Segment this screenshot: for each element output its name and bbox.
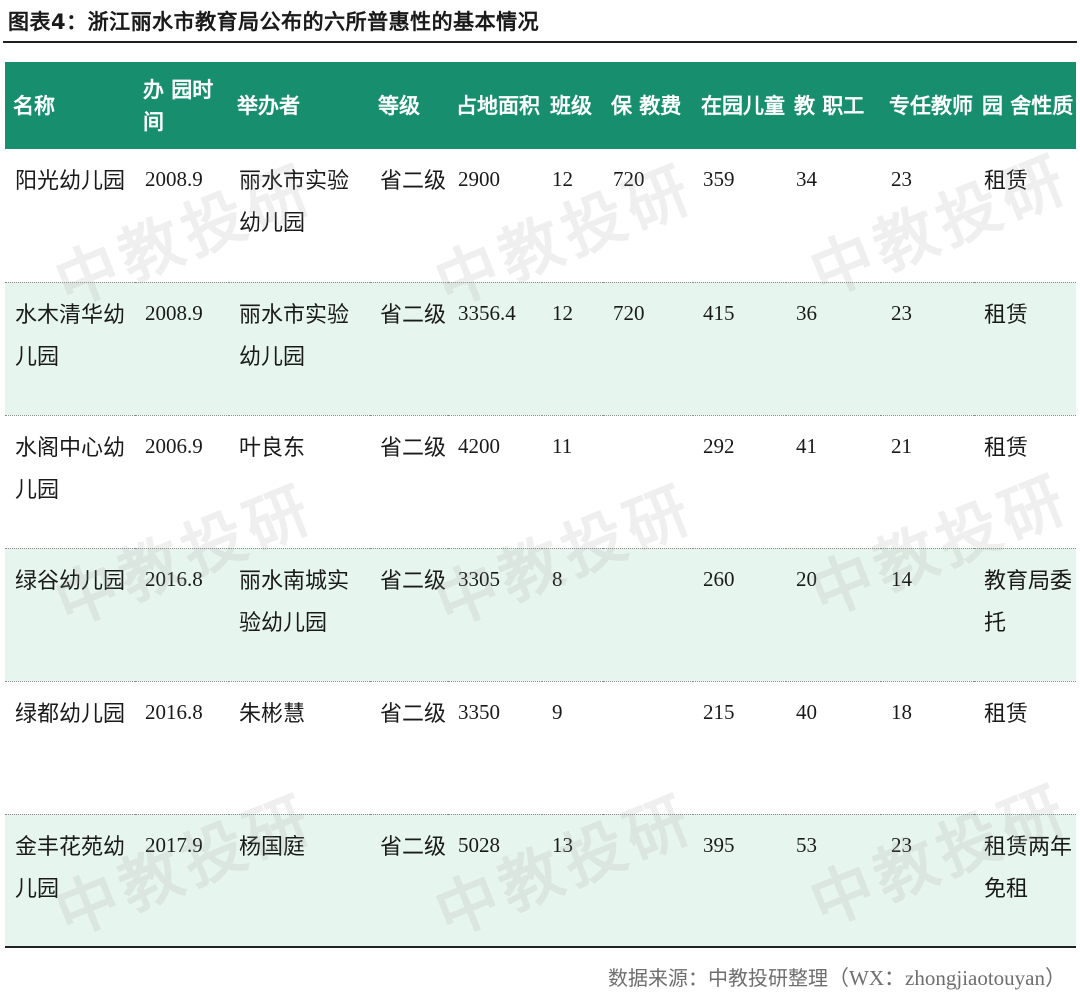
header-teachers: 专任教师	[881, 62, 974, 149]
cell-children: 215	[693, 681, 786, 815]
cell-children: 260	[693, 548, 786, 682]
cell-name: 水阁中心幼儿园	[5, 415, 135, 549]
table-title: 图表4：浙江丽水市教育局公布的六所普惠性的基本情况	[8, 10, 540, 34]
cell-teachers: 21	[881, 415, 974, 549]
cell-teachers: 14	[881, 548, 974, 682]
kindergarten-table: 名称 办 园时间 举办者 等级 占地面积 班级 保 教费 在园儿童 教 职工 专…	[5, 62, 1076, 948]
header-property: 园 舍性质	[974, 62, 1076, 149]
cell-area: 5028	[448, 814, 542, 948]
cell-teachers: 18	[881, 681, 974, 815]
cell-children: 415	[693, 282, 786, 416]
header-row: 名称 办 园时间 举办者 等级 占地面积 班级 保 教费 在园儿童 教 职工 专…	[5, 62, 1076, 149]
cell-staff: 41	[786, 415, 881, 549]
table-row: 金丰花苑幼儿园 2017.9 杨国庭 省二级 5028 13 395 53 23…	[5, 814, 1076, 948]
source-suffix: （WX：zhongjiaotouyan）	[828, 966, 1066, 990]
header-fee: 保 教费	[603, 62, 693, 149]
cell-property: 租赁	[974, 415, 1076, 549]
cell-organizer: 丽水南城实验幼儿园	[229, 548, 370, 682]
cell-level: 省二级	[370, 415, 448, 549]
cell-organizer: 叶良东	[229, 415, 370, 549]
cell-name: 金丰花苑幼儿园	[5, 814, 135, 948]
cell-fee: 720	[603, 282, 693, 416]
cell-organizer: 杨国庭	[229, 814, 370, 948]
cell-time: 2016.8	[135, 681, 229, 815]
cell-staff: 20	[786, 548, 881, 682]
cell-classes: 11	[542, 415, 603, 549]
cell-name: 绿谷幼儿园	[5, 548, 135, 682]
cell-time: 2017.9	[135, 814, 229, 948]
cell-area: 3356.4	[448, 282, 542, 416]
cell-name: 水木清华幼儿园	[5, 282, 135, 416]
cell-fee	[603, 814, 693, 948]
cell-children: 292	[693, 415, 786, 549]
cell-level: 省二级	[370, 548, 448, 682]
header-organizer: 举办者	[229, 62, 370, 149]
cell-level: 省二级	[370, 814, 448, 948]
header-children: 在园儿童	[693, 62, 786, 149]
cell-classes: 12	[542, 282, 603, 416]
cell-fee: 720	[603, 149, 693, 283]
cell-level: 省二级	[370, 149, 448, 283]
cell-level: 省二级	[370, 282, 448, 416]
cell-name: 阳光幼儿园	[5, 149, 135, 283]
cell-classes: 12	[542, 149, 603, 283]
header-time: 办 园时间	[135, 62, 229, 149]
cell-property: 租赁	[974, 681, 1076, 815]
cell-organizer: 丽水市实验幼儿园	[229, 149, 370, 283]
cell-staff: 53	[786, 814, 881, 948]
cell-classes: 8	[542, 548, 603, 682]
table-row: 阳光幼儿园 2008.9 丽水市实验幼儿园 省二级 2900 12 720 35…	[5, 149, 1076, 283]
cell-teachers: 23	[881, 282, 974, 416]
cell-time: 2006.9	[135, 415, 229, 549]
header-name: 名称	[5, 62, 135, 149]
title-divider	[3, 41, 1077, 43]
cell-organizer: 丽水市实验幼儿园	[229, 282, 370, 416]
table-row: 水阁中心幼儿园 2006.9 叶良东 省二级 4200 11 292 41 21…	[5, 415, 1076, 549]
table-row: 绿谷幼儿园 2016.8 丽水南城实验幼儿园 省二级 3305 8 260 20…	[5, 548, 1076, 682]
cell-staff: 40	[786, 681, 881, 815]
cell-organizer: 朱彬慧	[229, 681, 370, 815]
cell-property: 租赁两年免租	[974, 814, 1076, 948]
cell-name: 绿都幼儿园	[5, 681, 135, 815]
cell-area: 3305	[448, 548, 542, 682]
cell-children: 395	[693, 814, 786, 948]
cell-fee	[603, 415, 693, 549]
cell-property: 教育局委托	[974, 548, 1076, 682]
source-note: 数据来源：中教投研整理（WX：zhongjiaotouyan）	[608, 962, 1066, 992]
header-level: 等级	[370, 62, 448, 149]
cell-level: 省二级	[370, 681, 448, 815]
table-row: 绿都幼儿园 2016.8 朱彬慧 省二级 3350 9 215 40 18 租赁	[5, 681, 1076, 815]
cell-property: 租赁	[974, 282, 1076, 416]
cell-teachers: 23	[881, 149, 974, 283]
cell-property: 租赁	[974, 149, 1076, 283]
table-row: 水木清华幼儿园 2008.9 丽水市实验幼儿园 省二级 3356.4 12 72…	[5, 282, 1076, 416]
cell-teachers: 23	[881, 814, 974, 948]
cell-area: 4200	[448, 415, 542, 549]
cell-classes: 9	[542, 681, 603, 815]
cell-fee	[603, 681, 693, 815]
cell-area: 2900	[448, 149, 542, 283]
cell-classes: 13	[542, 814, 603, 948]
cell-children: 359	[693, 149, 786, 283]
header-classes: 班级	[542, 62, 603, 149]
header-area: 占地面积	[448, 62, 542, 149]
cell-time: 2008.9	[135, 149, 229, 283]
cell-staff: 36	[786, 282, 881, 416]
source-prefix: 数据来源：中教投研整理	[608, 966, 829, 990]
cell-fee	[603, 548, 693, 682]
header-staff: 教 职工	[786, 62, 881, 149]
cell-area: 3350	[448, 681, 542, 815]
cell-staff: 34	[786, 149, 881, 283]
cell-time: 2008.9	[135, 282, 229, 416]
cell-time: 2016.8	[135, 548, 229, 682]
